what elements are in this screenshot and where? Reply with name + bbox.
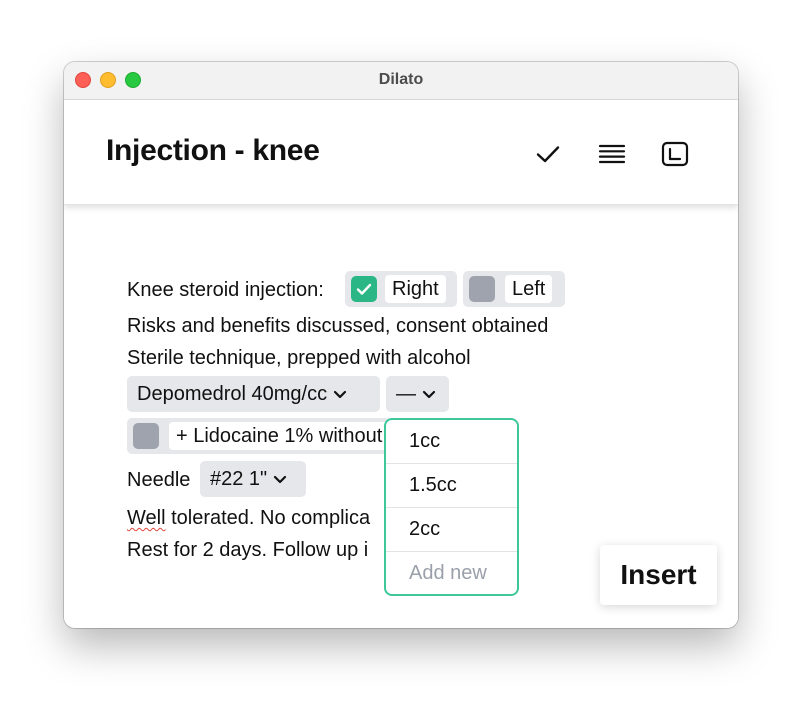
window-title: Dilato <box>378 71 424 88</box>
insert-button[interactable]: Insert <box>600 545 717 605</box>
dose-dropdown: 1cc 1.5cc 2cc Add new <box>384 418 519 596</box>
title-bar: Dilato <box>64 62 738 100</box>
lidocaine-option[interactable]: + Lidocaine 1% without <box>127 418 392 454</box>
tolerated-text: tolerated. No complica <box>165 507 371 529</box>
header: Injection - knee <box>64 100 738 205</box>
rest-line: Rest for 2 days. Follow up i <box>127 539 369 561</box>
chevron-down-icon <box>274 475 287 483</box>
option-left-label: Left <box>505 275 553 303</box>
sidebar-panel-icon[interactable] <box>661 140 689 168</box>
option-right[interactable]: Right <box>345 271 457 307</box>
sterile-line: Sterile technique, prepped with alcohol <box>127 347 471 369</box>
dose-option-2cc[interactable]: 2cc <box>386 508 517 552</box>
option-right-label: Right <box>385 275 446 303</box>
chevron-down-icon <box>333 390 347 398</box>
dose-option-1cc[interactable]: 1cc <box>386 420 517 464</box>
medication-select-value: Depomedrol 40mg/cc <box>137 383 328 405</box>
misspelled-word[interactable]: Well <box>127 507 166 529</box>
right-checkbox[interactable] <box>351 276 377 302</box>
template-editor[interactable]: Knee steroid injection: Right Left Risks… <box>64 205 738 628</box>
option-left[interactable]: Left <box>463 271 565 307</box>
left-checkbox[interactable] <box>469 276 495 302</box>
dose-option-1-5cc[interactable]: 1.5cc <box>386 464 517 508</box>
add-new-option-input[interactable]: Add new <box>386 552 517 594</box>
dose-select-value: — <box>396 383 416 405</box>
needle-label: Needle <box>127 469 191 491</box>
dose-select[interactable]: — <box>386 376 449 412</box>
checkmark-icon[interactable] <box>534 140 562 168</box>
knee-injection-label: Knee steroid injection: <box>127 279 324 301</box>
app-window: Dilato Injection - knee Knee steroid inj… <box>64 62 738 628</box>
medication-select[interactable]: Depomedrol 40mg/cc <box>127 376 380 412</box>
lidocaine-checkbox[interactable] <box>133 423 159 449</box>
checkmark-icon <box>356 283 372 295</box>
list-lines-icon[interactable] <box>598 140 626 168</box>
needle-select-value: #22 1" <box>210 468 268 490</box>
chevron-down-icon <box>422 390 436 398</box>
lidocaine-label: + Lidocaine 1% without <box>169 422 390 450</box>
page-title: Injection - knee <box>106 134 320 167</box>
needle-select[interactable]: #22 1" <box>200 461 306 497</box>
tolerated-line: Well tolerated. No complica <box>127 507 370 530</box>
consent-line: Risks and benefits discussed, consent ob… <box>127 315 549 337</box>
